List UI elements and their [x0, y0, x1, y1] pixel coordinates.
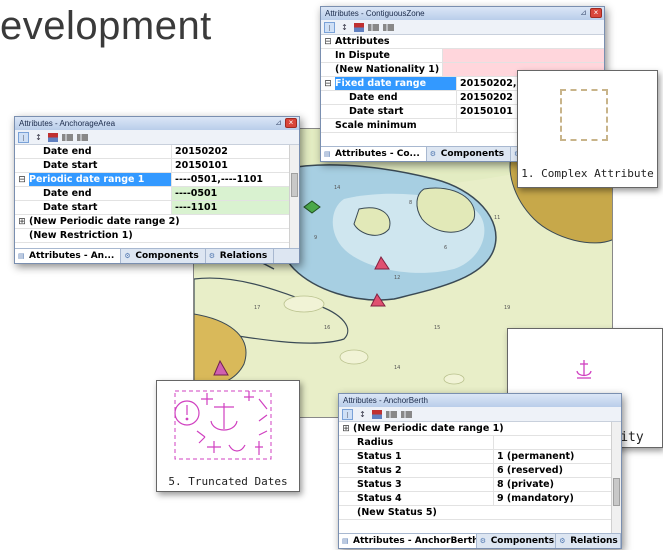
list-item[interactable]: Date start 20150101: [15, 159, 289, 173]
list-item[interactable]: Date end ----0501: [15, 187, 289, 201]
slide-title: evelopment: [0, 4, 212, 48]
attributes-toolbar: ⁝ ↕: [339, 407, 621, 422]
list-item[interactable]: Radius: [339, 436, 611, 450]
property-grid: ⊞ (New Periodic date range 1) Radius Stat…: [339, 422, 611, 520]
tab-components[interactable]: ⚙ Components: [121, 249, 206, 263]
relations-icon: ⚙: [208, 252, 215, 260]
svg-text:14: 14: [334, 185, 340, 191]
list-item[interactable]: ⊞ (New Periodic date range 2): [15, 215, 289, 229]
tab-attributes[interactable]: ▤ Attributes - An...: [15, 249, 122, 263]
scrollbar-thumb[interactable]: [291, 173, 298, 197]
list-item[interactable]: (New Status 5): [339, 506, 611, 520]
list-item[interactable]: Date end 20150202: [15, 145, 289, 159]
components-icon: ⚙: [429, 150, 437, 158]
list-view-icon[interactable]: [368, 23, 379, 31]
anchor-icon: [576, 360, 592, 379]
attributes-icon: ▤: [342, 537, 349, 545]
grid-view-icon[interactable]: [383, 23, 394, 31]
truncated-dates-symbol: [174, 390, 272, 460]
sort-icon[interactable]: ↕: [339, 22, 350, 33]
collapse-icon[interactable]: ⊟: [15, 173, 29, 186]
close-icon[interactable]: ×: [590, 8, 602, 18]
table-view-icon[interactable]: [354, 22, 364, 32]
list-item[interactable]: In Dispute: [321, 49, 604, 63]
callout-label: 1. Complex Attribute: [521, 167, 654, 180]
window-titlebar[interactable]: Attributes - AnchorageArea ⊿ ×: [15, 117, 299, 130]
svg-text:8: 8: [409, 200, 412, 206]
components-icon: ⚙: [479, 537, 486, 545]
tab-components[interactable]: ⚙ Components: [477, 534, 557, 548]
svg-text:14: 14: [394, 365, 400, 371]
list-item[interactable]: Status 26 (reserved): [339, 464, 611, 478]
list-item[interactable]: Status 11 (permanent): [339, 450, 611, 464]
svg-text:9: 9: [314, 235, 317, 241]
categorized-view-icon[interactable]: ⁝: [342, 408, 353, 420]
svg-text:19: 19: [504, 305, 510, 311]
pin-icon[interactable]: ⊿: [274, 118, 283, 128]
svg-text:16: 16: [324, 325, 330, 331]
svg-text:15: 15: [434, 325, 440, 331]
table-view-icon[interactable]: [48, 132, 58, 142]
svg-text:17: 17: [254, 305, 260, 311]
expand-icon[interactable]: ⊞: [339, 422, 353, 435]
list-item[interactable]: (New Restriction 1): [15, 229, 289, 243]
collapse-icon[interactable]: ⊟: [321, 35, 335, 48]
attributes-icon: ▤: [18, 252, 25, 260]
collapse-icon[interactable]: ⊟: [321, 77, 335, 90]
components-icon: ⚙: [124, 252, 131, 260]
tab-components[interactable]: ⚙ Components: [427, 147, 512, 161]
window-tab-strip: ▤ Attributes - An... ⚙ Components ⚙ Relatio…: [15, 248, 299, 263]
attributes-toolbar: ⁝ ↕: [321, 20, 604, 35]
list-item[interactable]: Date start ----1101: [15, 201, 289, 215]
close-icon[interactable]: ×: [285, 118, 297, 128]
window-title: Attributes - AnchorBerth: [343, 396, 428, 405]
tab-attributes[interactable]: ▤ Attributes - Co...: [321, 147, 427, 161]
list-item[interactable]: ⊟ Attributes: [321, 35, 604, 49]
sort-icon[interactable]: ↕: [357, 409, 368, 420]
categorized-view-icon[interactable]: ⁝: [18, 131, 29, 143]
categorized-view-icon[interactable]: ⁝: [324, 21, 335, 33]
svg-text:11: 11: [494, 215, 500, 221]
dashed-area-symbol: [560, 89, 608, 141]
tab-relations[interactable]: ⚙ Relations: [206, 249, 275, 263]
list-view-icon[interactable]: [62, 133, 73, 141]
tab-attributes[interactable]: ▤ Attributes - AnchorBerth: [339, 534, 477, 548]
list-item[interactable]: ⊞ (New Periodic date range 1): [339, 422, 611, 436]
scrollbar-thumb[interactable]: [613, 478, 620, 506]
callout-label: 5. Truncated Dates: [168, 475, 288, 488]
sort-icon[interactable]: ↕: [33, 132, 44, 143]
attributes-window-anchorberth: Attributes - AnchorBerth ⁝ ↕ ⊞ (New Perio…: [338, 393, 622, 549]
vertical-scrollbar[interactable]: [289, 145, 299, 249]
pin-icon[interactable]: ⊿: [579, 8, 588, 18]
callout-complex-attribute: 1. Complex Attribute: [517, 70, 658, 188]
grid-view-icon[interactable]: [77, 133, 88, 141]
list-item[interactable]: Status 38 (private): [339, 478, 611, 492]
vertical-scrollbar[interactable]: [611, 422, 621, 534]
attributes-window-anchoragearea: Attributes - AnchorageArea ⊿ × ⁝ ↕ Date …: [14, 116, 300, 264]
window-title: Attributes - ContiguousZone: [325, 9, 425, 18]
window-tab-strip: ▤ Attributes - AnchorBerth ⚙ Components ⚙ R…: [339, 533, 621, 548]
list-item-selected[interactable]: ⊟ Periodic date range 1 ----0501,----1101: [15, 173, 289, 187]
window-title: Attributes - AnchorageArea: [19, 119, 116, 128]
property-grid: Date end 20150202 Date start 20150101 ⊟ Per…: [15, 145, 289, 243]
attributes-icon: ▤: [324, 150, 331, 158]
table-view-icon[interactable]: [372, 409, 382, 419]
callout-truncated-dates: 5. Truncated Dates: [156, 380, 300, 492]
svg-text:12: 12: [394, 275, 400, 281]
tab-relations[interactable]: ⚙ Relations: [556, 534, 621, 548]
relations-icon: ⚙: [559, 537, 566, 545]
expand-icon[interactable]: ⊞: [15, 215, 29, 228]
svg-text:6: 6: [444, 245, 447, 251]
attributes-toolbar: ⁝ ↕: [15, 130, 299, 145]
grid-view-icon[interactable]: [401, 410, 412, 418]
window-titlebar[interactable]: Attributes - ContiguousZone ⊿ ×: [321, 7, 604, 20]
window-titlebar[interactable]: Attributes - AnchorBerth: [339, 394, 621, 407]
list-view-icon[interactable]: [386, 410, 397, 418]
list-item[interactable]: Status 49 (mandatory): [339, 492, 611, 506]
